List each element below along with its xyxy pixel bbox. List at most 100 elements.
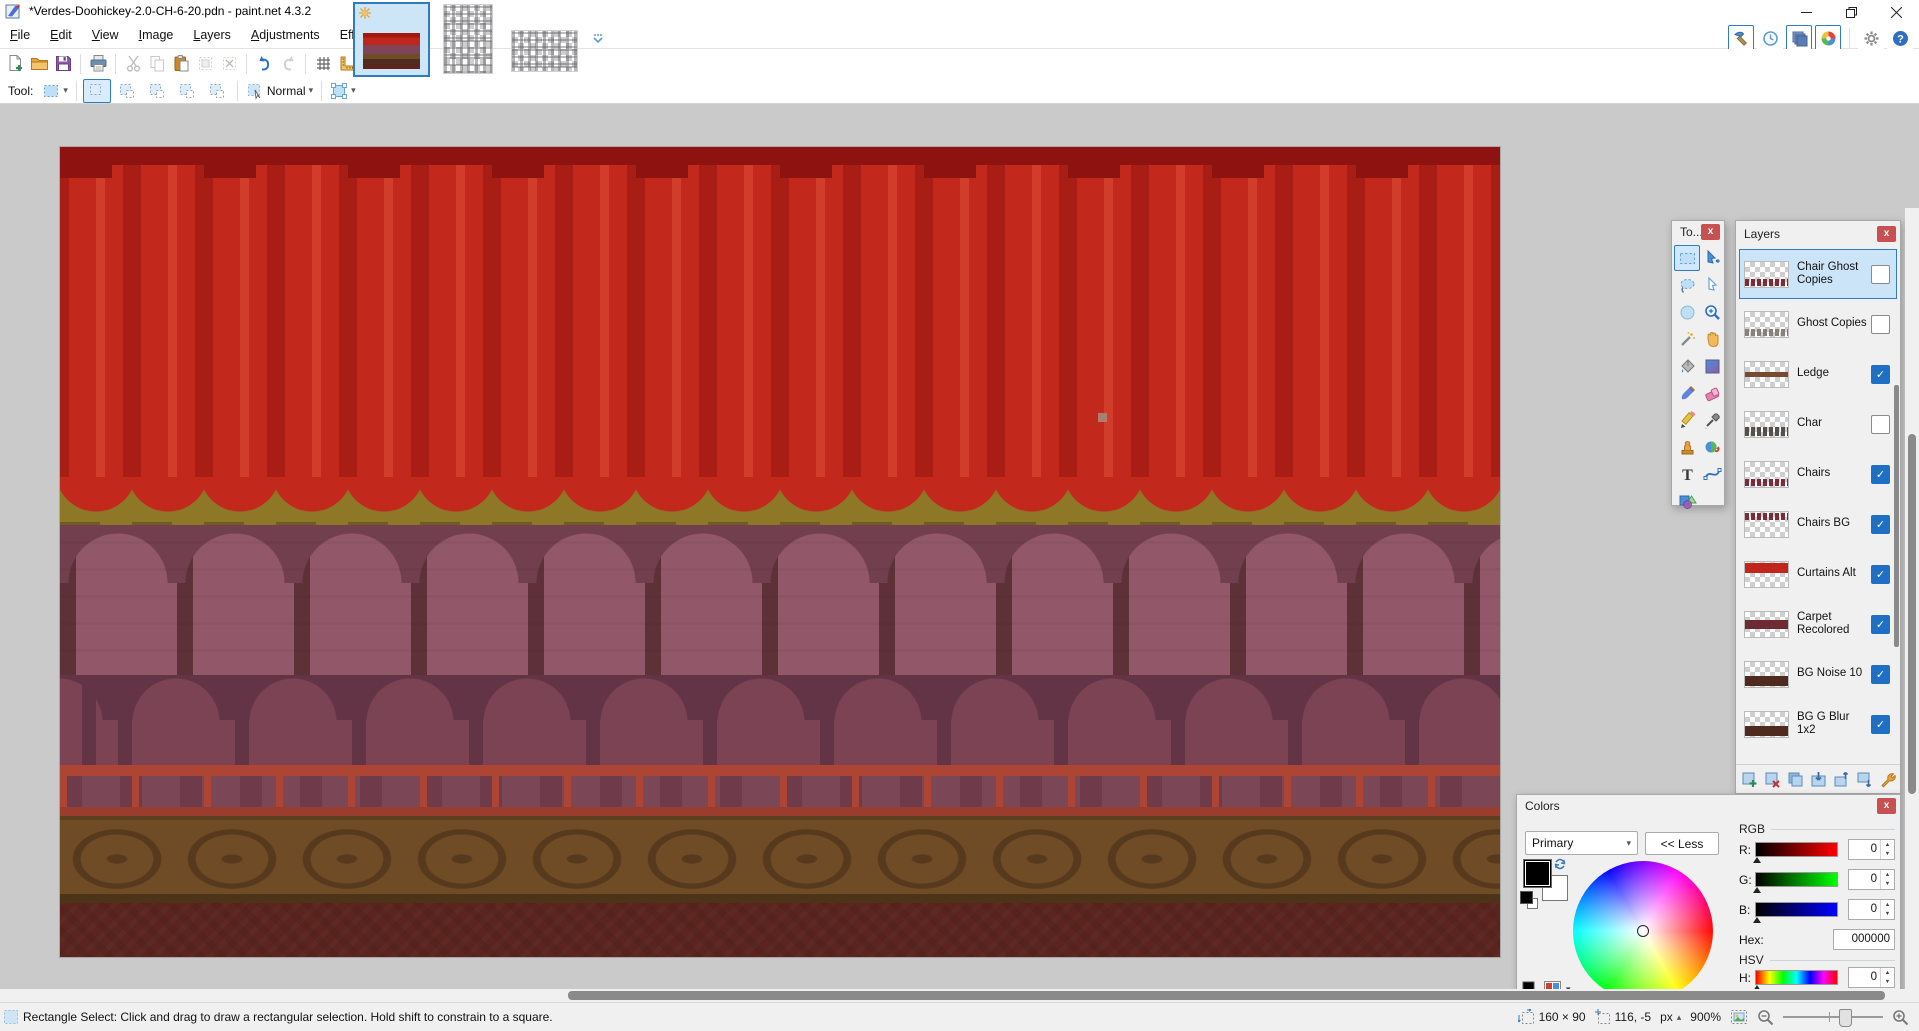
layer-row-bg-g-blur-1x2[interactable]: BG G Blur 1x2 ✓ xyxy=(1739,699,1897,749)
color-wheel-cursor[interactable] xyxy=(1637,925,1649,937)
menu-view[interactable]: View xyxy=(82,24,129,46)
tool-recolor[interactable] xyxy=(1699,434,1725,460)
tool-shapes[interactable] xyxy=(1674,488,1700,514)
layer-visibility-checkbox[interactable] xyxy=(1871,414,1890,434)
tool-lasso[interactable] xyxy=(1674,272,1700,298)
tool-eraser[interactable] xyxy=(1699,380,1725,406)
new-file-button[interactable] xyxy=(3,52,27,76)
zoom-in-button[interactable] xyxy=(1892,1009,1909,1026)
layer-del-button[interactable] xyxy=(1763,769,1782,789)
layers-toggle-button[interactable] xyxy=(1786,25,1812,51)
tool-rect-select[interactable] xyxy=(1674,245,1700,271)
tool-text-tool[interactable]: T xyxy=(1674,461,1700,487)
vertical-scrollbar[interactable] xyxy=(1905,208,1919,1031)
tools-panel-titlebar[interactable]: To... x xyxy=(1672,221,1724,243)
active-tool-dropdown[interactable]: ▾ xyxy=(39,80,71,102)
layer-dup-button[interactable] xyxy=(1786,769,1805,789)
slider-marker[interactable] xyxy=(1752,917,1761,923)
hsv-h-spinner[interactable]: 0 ▲ ▼ xyxy=(1848,967,1895,988)
layers-panel-close-button[interactable]: x xyxy=(1877,226,1896,242)
history-toggle-button[interactable] xyxy=(1757,25,1783,51)
open-image-thumbnail[interactable] xyxy=(443,4,493,74)
layer-row-carpet-recolored[interactable]: Carpet Recolored ✓ xyxy=(1739,599,1897,649)
tool-move-pixels[interactable] xyxy=(1699,245,1725,271)
layer-down-button[interactable] xyxy=(1855,769,1874,789)
slider-marker[interactable] xyxy=(1752,887,1761,893)
selection-render-dropdown[interactable]: ▾ xyxy=(327,80,359,102)
layer-visibility-checkbox[interactable]: ✓ xyxy=(1871,714,1890,734)
open-folder-button[interactable] xyxy=(27,52,51,76)
selection-mode-replace[interactable] xyxy=(82,78,111,103)
redo-button[interactable] xyxy=(276,52,300,76)
swap-colors-icon[interactable] xyxy=(1553,857,1567,871)
zoom-out-button[interactable] xyxy=(1757,1009,1774,1026)
print-button[interactable] xyxy=(86,52,110,76)
save-button[interactable] xyxy=(51,52,75,76)
tool-ellipse-select[interactable] xyxy=(1674,299,1700,325)
grid-button[interactable] xyxy=(311,52,335,76)
tool-pan[interactable] xyxy=(1699,326,1725,352)
fit-to-window-button[interactable] xyxy=(1730,1009,1748,1025)
layer-visibility-checkbox[interactable]: ✓ xyxy=(1871,464,1890,484)
tools-toggle-button[interactable] xyxy=(1728,25,1754,51)
rgb-b-slider[interactable] xyxy=(1752,902,1839,923)
rgb-r-slider[interactable] xyxy=(1752,842,1839,863)
rgb-g-spinner[interactable]: 0 ▲ ▼ xyxy=(1848,869,1895,890)
tool-zoom-tool[interactable] xyxy=(1699,299,1725,325)
layer-visibility-checkbox[interactable]: ✓ xyxy=(1871,614,1890,634)
primary-color-swatch[interactable] xyxy=(1523,859,1552,888)
selection-mode-subtract[interactable] xyxy=(143,79,171,103)
layers-panel-titlebar[interactable]: Layers x xyxy=(1736,221,1900,247)
paste-button[interactable] xyxy=(169,52,193,76)
tool-brush[interactable] xyxy=(1674,380,1700,406)
tool-stamp[interactable] xyxy=(1674,434,1700,460)
copy-button[interactable] xyxy=(145,52,169,76)
layer-visibility-checkbox[interactable] xyxy=(1871,314,1890,334)
selection-mode-invert[interactable] xyxy=(203,79,231,103)
menu-edit[interactable]: Edit xyxy=(40,24,82,46)
vertical-scrollbar-thumb[interactable] xyxy=(1908,434,1916,794)
zoom-slider-handle[interactable] xyxy=(1839,1009,1852,1027)
crop-button[interactable] xyxy=(193,52,217,76)
hex-input[interactable]: 000000 xyxy=(1833,929,1895,950)
less-button[interactable]: << Less xyxy=(1645,832,1719,855)
zoom-level[interactable]: 900% xyxy=(1690,1010,1721,1024)
tool-move-selection[interactable] xyxy=(1699,272,1725,298)
horizontal-scrollbar[interactable] xyxy=(0,989,1919,1002)
unit-selector[interactable]: px ▴ xyxy=(1660,1010,1681,1024)
menu-image[interactable]: Image xyxy=(129,24,184,46)
tool-bucket[interactable] xyxy=(1674,353,1700,379)
layer-visibility-checkbox[interactable]: ✓ xyxy=(1871,514,1890,534)
rgb-r-spinner[interactable]: 0 ▲ ▼ xyxy=(1848,839,1895,860)
layer-row-char[interactable]: Char xyxy=(1739,399,1897,449)
open-image-thumbnail[interactable] xyxy=(511,30,578,72)
tool-picker[interactable] xyxy=(1699,407,1725,433)
layers-scrollbar[interactable] xyxy=(1894,385,1899,647)
hsv-h-slider[interactable] xyxy=(1752,970,1839,991)
layer-props-button[interactable] xyxy=(1878,769,1897,789)
image-list-chevron-icon[interactable] xyxy=(591,32,605,46)
menu-file[interactable]: File xyxy=(0,24,40,46)
rgb-b-spinner[interactable]: 0 ▲ ▼ xyxy=(1848,899,1895,920)
layer-visibility-checkbox[interactable]: ✓ xyxy=(1871,564,1890,584)
selection-mode-intersect[interactable] xyxy=(173,79,201,103)
tool-magic-wand[interactable] xyxy=(1674,326,1700,352)
canvas[interactable] xyxy=(60,147,1500,957)
maximize-button[interactable] xyxy=(1829,0,1874,24)
deselect-button[interactable] xyxy=(217,52,241,76)
tool-line-curve[interactable] xyxy=(1699,461,1725,487)
layer-up-button[interactable] xyxy=(1832,769,1851,789)
tools-panel-close-button[interactable]: x xyxy=(1701,224,1720,240)
menu-layers[interactable]: Layers xyxy=(183,24,241,46)
open-image-thumbnail-selected[interactable] xyxy=(353,2,430,77)
cut-button[interactable] xyxy=(121,52,145,76)
settings-button[interactable] xyxy=(1858,25,1884,51)
colors-panel-close-button[interactable]: x xyxy=(1877,798,1896,814)
color-mode-select[interactable]: Primary ▾ xyxy=(1525,831,1638,855)
zoom-slider[interactable] xyxy=(1783,1008,1883,1027)
colors-toggle-button[interactable] xyxy=(1815,25,1841,51)
layer-row-bg-noise-10[interactable]: BG Noise 10 ✓ xyxy=(1739,649,1897,699)
close-button[interactable] xyxy=(1874,0,1919,24)
layer-row-ledge[interactable]: Ledge ✓ xyxy=(1739,349,1897,399)
minimize-button[interactable] xyxy=(1784,0,1829,24)
